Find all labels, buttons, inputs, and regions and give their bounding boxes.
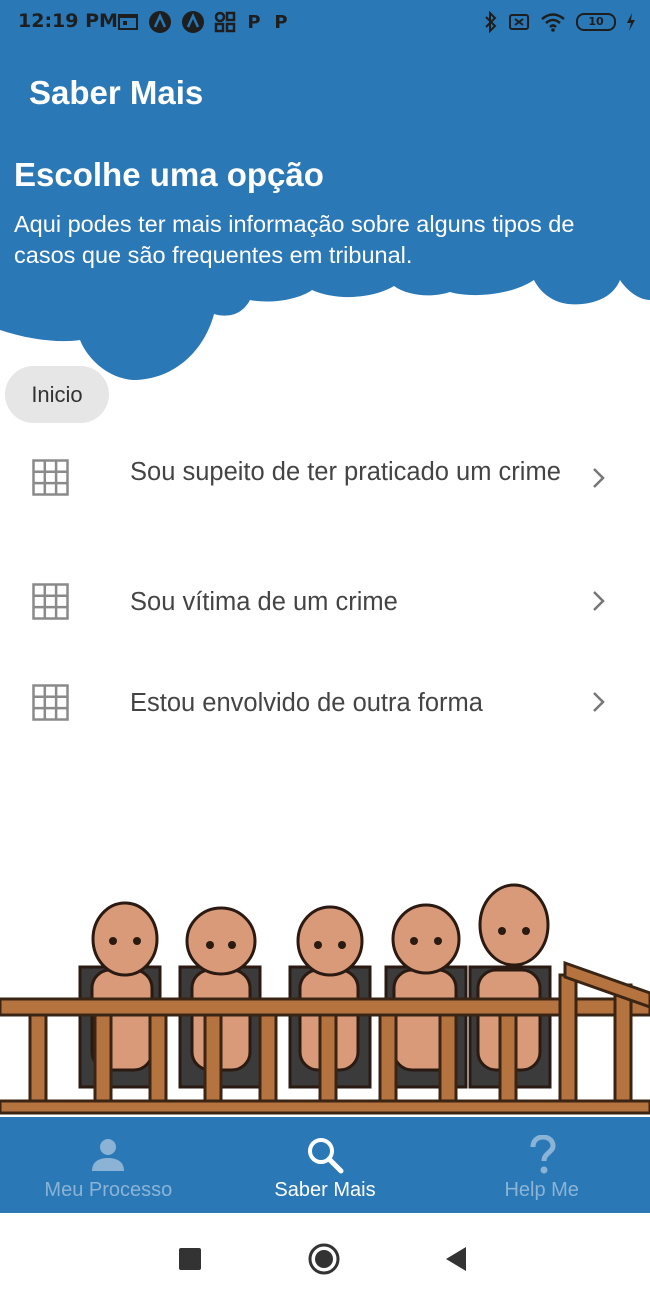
window-icon (117, 12, 139, 32)
header-background (0, 0, 650, 380)
apps-grid-icon (214, 11, 236, 33)
p-icon: P (274, 11, 288, 33)
status-time: 12:19 PM (18, 10, 118, 32)
option-suspect[interactable]: Sou supeito de ter praticado um crime (0, 453, 650, 528)
nav-label: Help Me (504, 1179, 579, 1201)
bluetooth-icon (484, 11, 498, 33)
p-icon: P (247, 11, 261, 33)
chevron-right-icon (593, 692, 605, 712)
grid-icon (32, 459, 69, 496)
option-label: Sou supeito de ter praticado um crime (130, 458, 561, 486)
nav-label: Meu Processo (44, 1179, 173, 1201)
section-description: Aqui podes ter mais informação sobre alg… (14, 211, 575, 268)
jury-illustration (0, 883, 650, 1115)
back-button[interactable] (440, 1243, 472, 1275)
status-system-icons: 10 (484, 9, 636, 35)
navigation-a-icon (148, 10, 172, 34)
recents-button[interactable] (174, 1243, 206, 1275)
section-heading: Escolhe uma opção (14, 156, 324, 193)
nav-help-me[interactable]: Help Me (433, 1117, 650, 1213)
bottom-navigation: Meu Processo Saber Mais Help Me (0, 1117, 650, 1213)
nav-saber-mais[interactable]: Saber Mais (217, 1117, 434, 1213)
nav-label: Saber Mais (274, 1179, 376, 1201)
app-title: Saber Mais (29, 74, 204, 111)
option-label: Estou envolvido de outra forma (130, 689, 483, 717)
system-navigation-bar (0, 1213, 650, 1300)
option-other[interactable]: Estou envolvido de outra forma (0, 683, 650, 723)
battery-icon: 10 (576, 13, 616, 31)
option-label: Sou vítima de um crime (130, 588, 398, 616)
breadcrumb-chip[interactable]: Inicio (5, 366, 109, 423)
home-button[interactable] (308, 1243, 340, 1275)
nav-meu-processo[interactable]: Meu Processo (0, 1117, 217, 1213)
status-bar: 12:19 PM P P 10 (0, 0, 650, 44)
no-sim-icon (508, 12, 530, 32)
chevron-right-icon (593, 591, 605, 611)
person-icon (92, 1139, 125, 1171)
grid-icon (32, 684, 69, 721)
search-icon (308, 1138, 344, 1174)
charging-icon (626, 13, 636, 31)
chevron-right-icon (593, 468, 605, 488)
status-notification-icons: P P (117, 9, 290, 35)
question-icon (530, 1135, 556, 1174)
grid-icon (32, 583, 69, 620)
navigation-a-icon (181, 10, 205, 34)
wifi-icon (540, 12, 566, 32)
option-victim[interactable]: Sou vítima de um crime (0, 582, 650, 622)
